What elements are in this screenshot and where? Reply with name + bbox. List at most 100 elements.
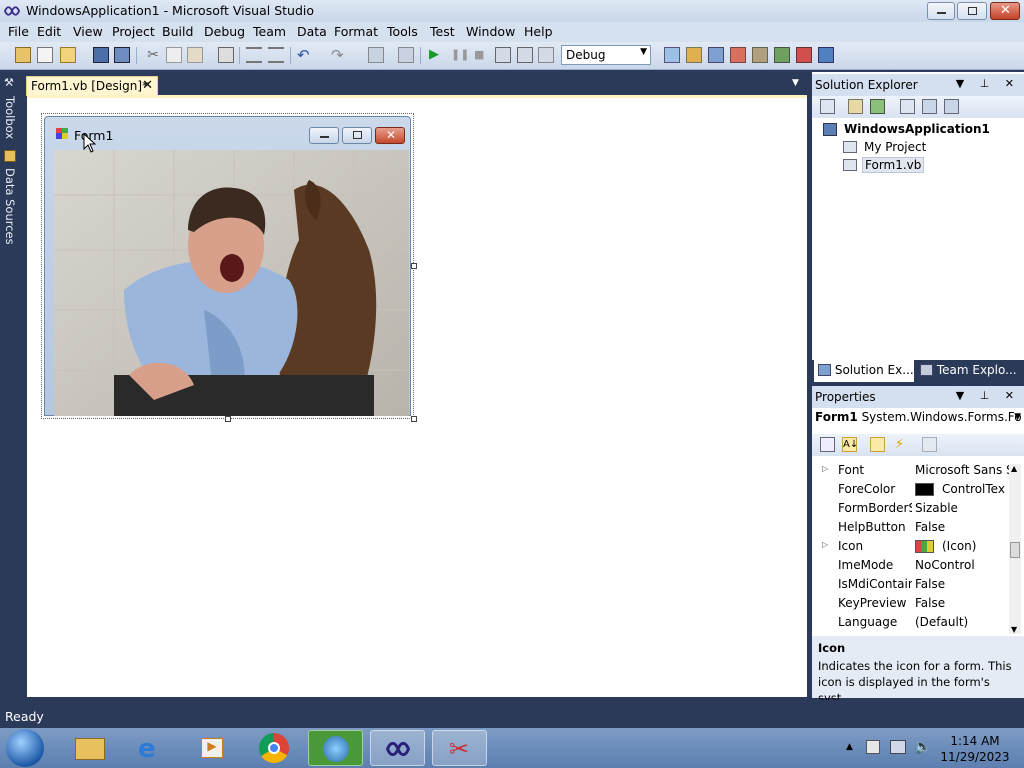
undo-icon[interactable]: ↶	[297, 47, 313, 63]
property-row-icon[interactable]: ▷ Icon (Icon)	[812, 537, 1012, 556]
open-file-icon[interactable]	[60, 47, 76, 63]
tab-solution-explorer[interactable]: Solution Ex...	[814, 360, 914, 382]
properties-scrollbar[interactable]: ▲ ▼	[1009, 464, 1021, 634]
cut-icon[interactable]: ✂	[145, 47, 161, 63]
resize-handle-right[interactable]	[411, 263, 417, 269]
property-row-forecolor[interactable]: ForeColor ControlTex	[812, 480, 1012, 499]
tree-project-root[interactable]: WindowsApplication1	[844, 122, 990, 136]
menu-project[interactable]: Project	[112, 24, 155, 39]
scroll-up-icon[interactable]: ▲	[1011, 464, 1017, 473]
expand-icon[interactable]: ▷	[822, 464, 828, 473]
new-project-icon[interactable]	[15, 47, 31, 63]
scroll-down-icon[interactable]: ▼	[1011, 625, 1017, 634]
start-button[interactable]	[6, 729, 44, 767]
close-tab-icon[interactable]: ✕	[142, 78, 153, 93]
menu-view[interactable]: View	[73, 24, 103, 39]
navigate-forward-icon[interactable]	[398, 47, 414, 63]
data-sources-tab[interactable]: Data Sources	[3, 168, 17, 245]
refresh-icon[interactable]	[870, 99, 885, 114]
panel-window-buttons[interactable]: ▼ ⊥ ✕	[956, 389, 1020, 402]
start-debugging-icon[interactable]: ▶	[429, 47, 445, 63]
comment-icon[interactable]	[246, 47, 262, 63]
copy-icon[interactable]	[166, 47, 182, 63]
start-page-icon[interactable]	[774, 47, 790, 63]
property-row-helpbutton[interactable]: HelpButton False	[812, 518, 1012, 537]
close-window-button[interactable]: ✕	[990, 2, 1020, 20]
download-manager-taskbar-icon[interactable]	[308, 730, 363, 766]
show-hidden-icons-icon[interactable]: ▲	[846, 742, 853, 752]
property-pages-icon[interactable]	[922, 437, 937, 452]
alphabetical-icon[interactable]: A↓	[842, 437, 858, 452]
menu-file[interactable]: File	[8, 24, 29, 39]
panel-window-buttons[interactable]: ▼ ⊥ ✕	[956, 77, 1020, 90]
volume-muted-icon[interactable]: 🔈	[914, 739, 931, 755]
menu-team[interactable]: Team	[253, 24, 286, 39]
toolbox-icon[interactable]	[752, 47, 768, 63]
property-row-imemode[interactable]: ImeMode NoControl	[812, 556, 1012, 575]
system-clock[interactable]: 1:14 AM 11/29/2023	[940, 733, 1010, 765]
document-tab-form1-design[interactable]: Form1.vb [Design]* ✕	[26, 76, 158, 96]
property-row-formborderstyle[interactable]: FormBorderSt Sizable	[812, 499, 1012, 518]
categorized-icon[interactable]	[820, 437, 835, 452]
explorer-taskbar-icon[interactable]	[63, 730, 118, 766]
pause-icon[interactable]: ❚❚	[451, 47, 469, 63]
property-row-ismdicontainer[interactable]: IsMdiContain False	[812, 575, 1012, 594]
save-all-icon[interactable]	[114, 47, 130, 63]
menu-data[interactable]: Data	[297, 24, 327, 39]
uncomment-icon[interactable]	[268, 47, 284, 63]
solution-explorer-icon[interactable]	[708, 47, 724, 63]
step-into-icon[interactable]	[495, 47, 511, 63]
find-in-files-icon[interactable]	[664, 47, 680, 63]
properties-icon[interactable]	[820, 99, 835, 114]
step-out-icon[interactable]	[538, 47, 554, 63]
active-files-dropdown-icon[interactable]: ▼	[792, 78, 799, 88]
menu-test[interactable]: Test	[430, 24, 455, 39]
redo-icon[interactable]: ↷	[331, 47, 347, 63]
find-icon[interactable]	[218, 47, 234, 63]
action-center-icon[interactable]	[866, 740, 880, 754]
save-icon[interactable]	[93, 47, 109, 63]
solution-configuration-dropdown[interactable]: Debug ▼	[561, 45, 651, 65]
media-player-taskbar-icon[interactable]: ▶	[185, 730, 240, 766]
menu-window[interactable]: Window	[466, 24, 515, 39]
navigate-backward-icon[interactable]	[368, 47, 384, 63]
view-designer-icon[interactable]	[922, 99, 937, 114]
menu-edit[interactable]: Edit	[37, 24, 61, 39]
visual-studio-taskbar-icon[interactable]	[370, 730, 425, 766]
property-row-keypreview[interactable]: KeyPreview False	[812, 594, 1012, 613]
object-browser-icon[interactable]	[730, 47, 746, 63]
stop-icon[interactable]: ■	[474, 47, 490, 63]
view-class-diagram-icon[interactable]	[944, 99, 959, 114]
snipping-tool-taskbar-icon[interactable]: ✂	[432, 730, 487, 766]
menu-debug[interactable]: Debug	[204, 24, 245, 39]
show-all-files-icon[interactable]	[848, 99, 863, 114]
restore-button[interactable]	[957, 2, 987, 20]
internet-explorer-taskbar-icon[interactable]: e	[125, 730, 180, 766]
properties-view-icon[interactable]	[870, 437, 885, 452]
scrollbar-thumb[interactable]	[1010, 542, 1020, 558]
form1-designer-window[interactable]: Form1 ✕	[41, 113, 417, 422]
network-icon[interactable]	[890, 740, 906, 754]
property-row-language[interactable]: Language (Default)	[812, 613, 1012, 632]
resize-handle-bottom[interactable]	[225, 416, 231, 422]
minimize-button[interactable]	[927, 2, 955, 20]
add-item-icon[interactable]	[37, 47, 53, 63]
paste-icon[interactable]	[187, 47, 203, 63]
tree-item-form1[interactable]: Form1.vb	[862, 157, 925, 173]
menu-build[interactable]: Build	[162, 24, 193, 39]
events-lightning-icon[interactable]: ⚡	[892, 437, 907, 452]
command-window-icon[interactable]	[818, 47, 834, 63]
expand-icon[interactable]: ▷	[822, 540, 828, 549]
resize-handle-corner[interactable]	[411, 416, 417, 422]
properties-window-icon[interactable]	[686, 47, 702, 63]
tab-team-explorer[interactable]: Team Explo...	[916, 360, 1022, 382]
toolbox-tab[interactable]: Toolbox	[3, 96, 17, 139]
tree-item-my-project[interactable]: My Project	[864, 140, 926, 154]
step-over-icon[interactable]	[517, 47, 533, 63]
object-selector-dropdown[interactable]: Form1 System.Windows.Forms.Fo ▼	[815, 410, 1021, 430]
menu-format[interactable]: Format	[334, 24, 378, 39]
menu-help[interactable]: Help	[524, 24, 553, 39]
chrome-taskbar-icon[interactable]	[247, 730, 302, 766]
property-row-font[interactable]: ▷ Font Microsoft Sans S	[812, 461, 1012, 480]
menu-tools[interactable]: Tools	[387, 24, 418, 39]
